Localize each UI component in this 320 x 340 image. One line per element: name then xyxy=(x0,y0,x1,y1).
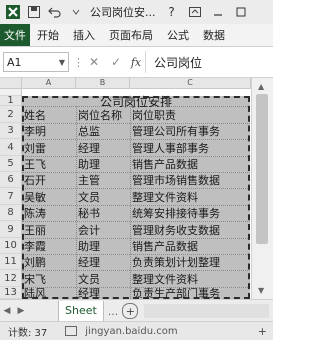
name-box-value: A1 xyxy=(7,55,22,69)
status-bar: 计数: 37 jingyan.baidu.com + xyxy=(0,321,273,340)
tab-page-layout[interactable]: 页面布局 xyxy=(102,24,160,46)
name-box[interactable]: A1 ▼ xyxy=(3,52,69,72)
plus-icon: + xyxy=(125,304,135,318)
table-cell[interactable]: 文员 xyxy=(76,188,130,205)
header-cell-name[interactable]: 姓名 xyxy=(22,106,76,123)
horizontal-scrollbar[interactable] xyxy=(144,304,269,318)
zoom-in-icon[interactable]: + xyxy=(258,325,267,338)
worksheet-grid: A B C 1 2 3 4 5 6 7 8 9 10 11 12 13 公司岗位… xyxy=(0,78,273,300)
tab-home[interactable]: 开始 xyxy=(30,24,66,46)
table-cell[interactable]: 管理财务收支数据 xyxy=(130,221,250,238)
table-cell[interactable]: 统筹安排接待事务 xyxy=(130,205,250,221)
cancel-entry-icon[interactable]: ✕ xyxy=(83,55,105,69)
table-cell[interactable]: 经理 xyxy=(76,254,130,270)
row-header-3[interactable]: 2 xyxy=(0,106,22,123)
maximize-button[interactable] xyxy=(234,4,248,20)
table-cell[interactable]: 助理 xyxy=(76,238,130,254)
tab-formulas[interactable]: 公式 xyxy=(160,24,196,46)
excel-app-icon xyxy=(5,4,21,20)
table-cell[interactable]: 总监 xyxy=(76,123,130,139)
row-header-13[interactable]: 12 xyxy=(0,270,22,287)
table-cell[interactable]: 李明 xyxy=(22,123,76,139)
table-cell[interactable]: 销售产品数据 xyxy=(130,156,250,172)
table-cell[interactable]: 销售产品数据 xyxy=(130,238,250,254)
header-cell-position[interactable]: 岗位名称 xyxy=(76,106,130,123)
header-cell-duty[interactable]: 岗位职责 xyxy=(130,106,250,123)
more-sheets-button[interactable]: ... xyxy=(108,305,119,318)
table-cell[interactable]: 助理 xyxy=(76,156,130,172)
column-header-c[interactable]: C xyxy=(130,78,251,89)
tab-insert[interactable]: 插入 xyxy=(66,24,102,46)
row-header-10[interactable]: 9 xyxy=(0,221,22,238)
row-header-2[interactable]: 1 xyxy=(0,95,22,106)
table-cell[interactable]: 刘鹏 xyxy=(22,254,76,270)
sheet-tab-bar: ◀ ▶ Sheet ... + xyxy=(0,299,273,322)
table-cell[interactable]: 经理 xyxy=(76,287,130,300)
table-cell[interactable]: 王丽 xyxy=(22,221,76,238)
table-cell[interactable]: 管理人事部事务 xyxy=(130,139,250,156)
table-cell[interactable]: 负责策划计划整理 xyxy=(130,254,250,270)
sheet-tab-active[interactable]: Sheet xyxy=(58,300,104,322)
table-title-cell[interactable]: 公司岗位安排 xyxy=(22,95,250,109)
row-header-12[interactable]: 11 xyxy=(0,254,22,270)
table-cell[interactable]: 刘雷 xyxy=(22,139,76,156)
table-cell[interactable]: 吴敏 xyxy=(22,188,76,205)
column-header-a[interactable]: A xyxy=(22,78,76,89)
normal-view-icon[interactable] xyxy=(65,326,78,336)
table-cell[interactable]: 陆风 xyxy=(22,287,76,300)
formula-input[interactable]: 公司岗位 xyxy=(145,51,273,73)
row-header-14[interactable]: 13 xyxy=(0,287,22,299)
status-count: 计数: 37 xyxy=(8,327,48,339)
column-header-b[interactable]: B xyxy=(76,78,130,89)
insert-function-icon[interactable]: fx xyxy=(127,56,145,69)
row-header-6[interactable]: 5 xyxy=(0,156,22,172)
table-cell[interactable]: 会计 xyxy=(76,221,130,238)
table-cell[interactable]: 陈涛 xyxy=(22,205,76,221)
formula-bar-grip-icon[interactable]: ⋮ xyxy=(73,56,84,69)
select-all-corner[interactable] xyxy=(0,78,22,89)
table-cell[interactable]: 石开 xyxy=(22,172,76,188)
minimize-button[interactable] xyxy=(211,4,225,20)
save-icon[interactable] xyxy=(26,4,42,20)
chevron-down-icon[interactable]: ▼ xyxy=(59,58,65,67)
table-cell[interactable]: 王飞 xyxy=(22,156,76,172)
table-cell[interactable]: 管理市场销售数据 xyxy=(130,172,250,188)
undo-icon[interactable] xyxy=(47,4,63,20)
table-cell[interactable]: 负责生产部门事务 xyxy=(130,287,250,300)
add-sheet-button[interactable]: + xyxy=(122,303,139,319)
title-bar: 公司岗位安... ? xyxy=(0,0,273,24)
row-header-9[interactable]: 8 xyxy=(0,205,22,221)
ribbon-tabs: 文件 开始 插入 页面布局 公式 数据 xyxy=(0,24,273,47)
table-cell[interactable]: 经理 xyxy=(76,139,130,156)
next-sheet-icon[interactable]: ▶ xyxy=(14,306,28,316)
table-cell[interactable]: 整理文件资料 xyxy=(130,188,250,205)
confirm-entry-icon[interactable]: ✓ xyxy=(105,55,127,69)
row-header-8[interactable]: 7 xyxy=(0,188,22,205)
row-header-5[interactable]: 4 xyxy=(0,139,22,156)
quick-access-dropdown-icon[interactable] xyxy=(68,4,84,20)
scroll-up-icon[interactable]: ▲ xyxy=(258,82,264,91)
row-header-11[interactable]: 10 xyxy=(0,238,22,254)
row-header-4[interactable]: 3 xyxy=(0,123,22,139)
scroll-down-icon[interactable]: ▼ xyxy=(258,286,264,295)
scrollbar-thumb[interactable] xyxy=(256,94,268,244)
window-title: 公司岗位安... xyxy=(90,6,156,19)
tab-file[interactable]: 文件 xyxy=(0,24,30,46)
vertical-scrollbar[interactable]: ▲ ▼ xyxy=(251,78,273,299)
table-cell[interactable]: 主管 xyxy=(76,172,130,188)
table-cell[interactable]: 李霞 xyxy=(22,238,76,254)
help-button[interactable]: ? xyxy=(165,4,179,20)
ribbon-options-icon[interactable] xyxy=(188,4,202,20)
formula-bar: A1 ▼ ⋮ ✕ ✓ fx 公司岗位 xyxy=(0,47,273,78)
table-cell[interactable]: 管理公司所有事务 xyxy=(130,123,250,139)
row-header-7[interactable]: 6 xyxy=(0,172,22,188)
watermark-text: jingyan.baidu.com xyxy=(85,325,178,337)
previous-sheet-icon[interactable]: ◀ xyxy=(0,306,14,316)
tab-data[interactable]: 数据 xyxy=(196,24,232,46)
table-cell[interactable]: 秘书 xyxy=(76,205,130,221)
